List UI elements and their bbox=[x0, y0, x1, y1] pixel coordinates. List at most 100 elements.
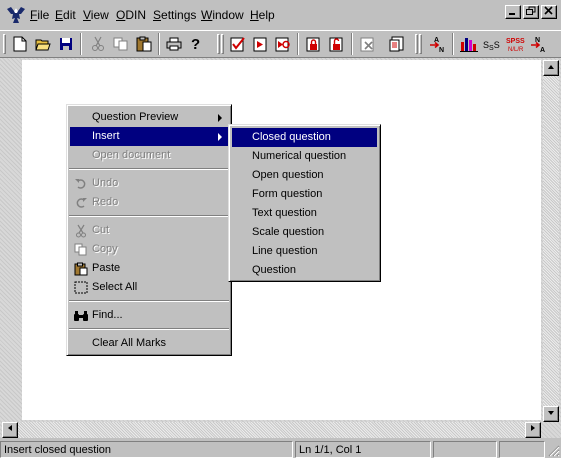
vertical-scrollbar[interactable] bbox=[543, 60, 559, 422]
check-question-button[interactable] bbox=[228, 34, 248, 54]
horizontal-scrollbar[interactable] bbox=[2, 422, 541, 438]
toolbar-grip[interactable] bbox=[415, 34, 418, 54]
spss-export-button[interactable]: SPSS N/L/R bbox=[505, 34, 525, 54]
open-folder-icon bbox=[35, 39, 51, 51]
menu-view[interactable]: View bbox=[83, 8, 109, 22]
lock-question-button[interactable] bbox=[304, 34, 324, 54]
submenu-item-scale-question[interactable]: Scale question bbox=[232, 223, 377, 242]
properties-document-icon bbox=[389, 36, 404, 52]
scissors-icon bbox=[92, 36, 104, 51]
submenu-item-text-question[interactable]: Text question bbox=[232, 204, 377, 223]
jump-arrow-icon bbox=[253, 37, 267, 52]
unlock-question-button[interactable] bbox=[327, 34, 347, 54]
menu-item-redo[interactable]: Redo bbox=[70, 193, 228, 212]
submenu-item-form-question[interactable]: Form question bbox=[232, 185, 377, 204]
menu-file[interactable]: File bbox=[30, 8, 49, 22]
copy-icon bbox=[113, 37, 128, 51]
save-button[interactable] bbox=[56, 34, 76, 54]
arrow-right-icon bbox=[531, 425, 535, 431]
menu-odin[interactable]: ODIN bbox=[116, 8, 146, 22]
menu-item-label: Insert bbox=[92, 130, 120, 142]
menu-item-label: Question Preview bbox=[92, 111, 179, 123]
menu-bar: File Edit View ODIN Settings Window Help bbox=[0, 0, 561, 30]
copy-button[interactable] bbox=[111, 34, 131, 54]
scroll-right-button[interactable] bbox=[525, 422, 541, 438]
submenu-item-numerical-question[interactable]: Numerical question bbox=[232, 147, 377, 166]
submenu-item-question[interactable]: Question bbox=[232, 261, 377, 280]
toolbar-grip[interactable] bbox=[3, 34, 6, 54]
menu-item-label: Open document bbox=[92, 149, 171, 161]
arrow-down-icon bbox=[548, 411, 554, 415]
menu-settings[interactable]: Settings bbox=[153, 8, 196, 22]
menu-item-label: Numerical question bbox=[252, 150, 347, 162]
delete-question-button[interactable] bbox=[358, 34, 378, 54]
odin-eagle-icon[interactable] bbox=[6, 5, 26, 25]
close-icon bbox=[544, 6, 553, 15]
save-disk-icon bbox=[60, 38, 72, 50]
menu-item-paste[interactable]: Paste bbox=[70, 259, 228, 278]
toolbar-grip[interactable] bbox=[221, 34, 224, 54]
help-button[interactable]: ? bbox=[186, 34, 206, 54]
menu-edit[interactable]: Edit bbox=[55, 8, 76, 22]
scroll-up-button[interactable] bbox=[543, 60, 559, 76]
menu-item-label: Cut bbox=[92, 224, 110, 236]
menu-item-undo[interactable]: Undo bbox=[70, 174, 228, 193]
context-menu: Question Preview Insert Open document Un… bbox=[66, 104, 232, 356]
svg-text:N: N bbox=[439, 47, 444, 53]
menu-item-label: Copy bbox=[92, 243, 118, 255]
menu-item-label: Scale question bbox=[252, 226, 325, 238]
menu-item-label: Open question bbox=[252, 169, 324, 181]
svg-text:SPSS: SPSS bbox=[506, 38, 525, 45]
menu-item-find[interactable]: Find... bbox=[70, 306, 228, 325]
help-question-icon: ? bbox=[191, 36, 200, 52]
arrow-left-icon bbox=[8, 425, 12, 431]
submenu-item-line-question[interactable]: Line question bbox=[232, 242, 377, 261]
cut-button[interactable] bbox=[88, 34, 108, 54]
a-to-n-arrow-icon: AN bbox=[430, 37, 444, 53]
menu-item-insert[interactable]: Insert bbox=[70, 127, 228, 146]
minimize-button[interactable] bbox=[505, 5, 521, 19]
toolbar-separator bbox=[80, 33, 82, 55]
properties-button[interactable] bbox=[387, 34, 407, 54]
sss-export-button[interactable]: SSS bbox=[483, 34, 503, 54]
menu-item-label: Undo bbox=[92, 177, 119, 189]
restore-button[interactable] bbox=[523, 5, 539, 19]
unlock-document-icon bbox=[329, 37, 343, 52]
menu-item-label: Form question bbox=[252, 188, 323, 200]
svg-text:?: ? bbox=[191, 36, 200, 52]
toolbar-grip[interactable] bbox=[217, 34, 220, 54]
paste-button[interactable] bbox=[134, 34, 154, 54]
menu-item-open-document[interactable]: Open document bbox=[70, 146, 228, 165]
menu-item-clear-all-marks[interactable]: Clear All Marks bbox=[70, 334, 228, 353]
statistics-button[interactable] bbox=[459, 34, 479, 54]
scissors-icon bbox=[73, 223, 89, 238]
toolbar: ? AN SSS SPSS N/L/R NA bbox=[0, 30, 561, 58]
close-button[interactable] bbox=[541, 5, 557, 19]
open-button[interactable] bbox=[33, 34, 53, 54]
menu-item-select-all[interactable]: Select All bbox=[70, 278, 228, 297]
n-to-a-button[interactable]: NA bbox=[529, 34, 549, 54]
new-button[interactable] bbox=[10, 34, 30, 54]
jump-question-button[interactable] bbox=[251, 34, 271, 54]
menu-item-copy[interactable]: Copy bbox=[70, 240, 228, 259]
menu-window[interactable]: Window bbox=[201, 8, 244, 22]
resize-grip-icon[interactable] bbox=[547, 444, 560, 457]
menu-item-question-preview[interactable]: Question Preview bbox=[70, 108, 228, 127]
toolbar-grip[interactable] bbox=[419, 34, 422, 54]
menu-item-label: Select All bbox=[92, 281, 138, 293]
scroll-down-button[interactable] bbox=[543, 406, 559, 422]
jump-end-button[interactable] bbox=[273, 34, 293, 54]
printer-icon bbox=[166, 37, 182, 51]
submenu-item-closed-question[interactable]: Closed question bbox=[232, 128, 377, 147]
a-to-n-button[interactable]: AN bbox=[428, 34, 448, 54]
binoculars-icon bbox=[73, 308, 89, 323]
jump-end-icon bbox=[275, 37, 290, 52]
menu-item-label: Question bbox=[252, 264, 297, 276]
menu-help[interactable]: Help bbox=[250, 8, 275, 22]
scroll-left-button[interactable] bbox=[2, 422, 18, 438]
submenu-item-open-question[interactable]: Open question bbox=[232, 166, 377, 185]
copy-icon bbox=[73, 242, 89, 257]
print-button[interactable] bbox=[164, 34, 184, 54]
menu-item-cut[interactable]: Cut bbox=[70, 221, 228, 240]
clipboard-icon bbox=[73, 261, 89, 276]
